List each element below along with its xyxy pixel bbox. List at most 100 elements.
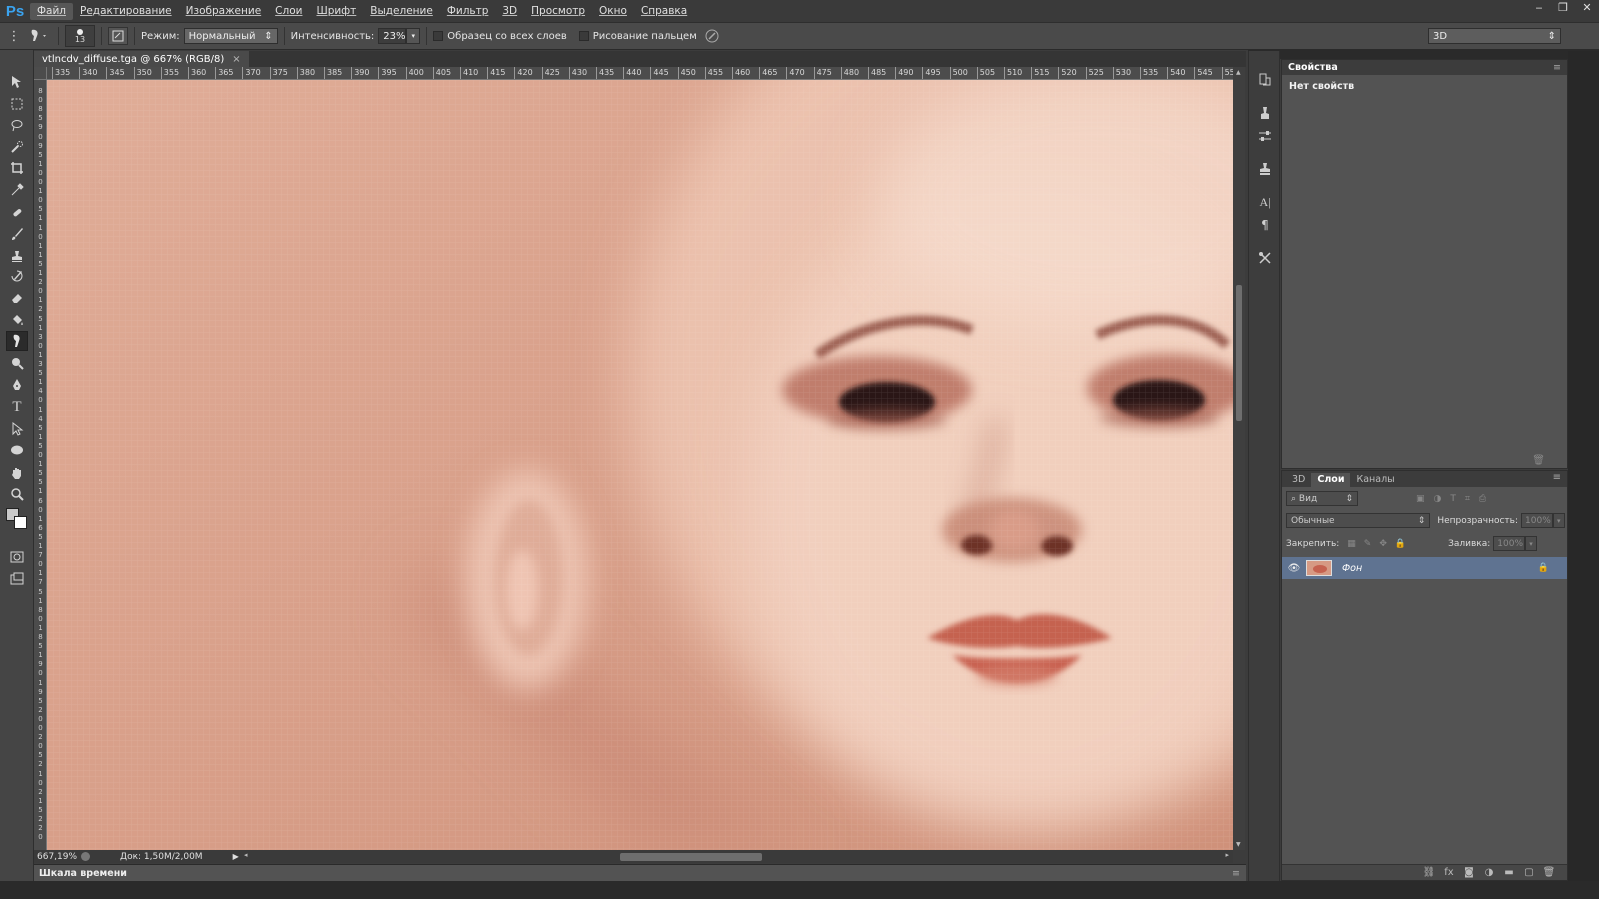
dodge-tool-icon[interactable]	[6, 353, 28, 373]
new-layer-icon[interactable]: ▢	[1519, 867, 1539, 878]
minimize-button[interactable]: ‒	[1527, 0, 1551, 14]
status-menu-arrow-icon[interactable]: ▶	[233, 852, 239, 861]
background-color-swatch[interactable]	[14, 516, 27, 529]
eyedropper-tool-icon[interactable]	[6, 180, 28, 200]
menu-filter[interactable]: Фильтр	[440, 3, 496, 20]
new-group-icon[interactable]: ▬	[1499, 867, 1519, 878]
healing-brush-tool-icon[interactable]	[6, 203, 28, 223]
pen-tool-icon[interactable]	[6, 375, 28, 395]
lock-options-icons[interactable]: ▦✎✥🔒	[1347, 539, 1414, 549]
menu-window[interactable]: Окно	[592, 3, 634, 20]
layer-style-icon[interactable]: fx	[1439, 867, 1459, 878]
tool-presets-panel-icon[interactable]	[1254, 248, 1276, 268]
paragraph-panel-icon[interactable]: ¶	[1254, 215, 1276, 235]
pressure-icon[interactable]	[701, 29, 723, 43]
crop-tool-icon[interactable]	[6, 158, 28, 178]
close-tab-icon[interactable]: ×	[232, 54, 240, 65]
move-tool-icon[interactable]	[6, 72, 28, 92]
menu-type[interactable]: Шрифт	[309, 3, 363, 20]
smudge-tool-preset-icon[interactable]	[24, 28, 52, 44]
quick-mask-icon[interactable]	[6, 547, 28, 567]
menu-edit[interactable]: Редактирование	[73, 3, 179, 20]
type-tool-icon[interactable]: T	[6, 397, 28, 417]
adjustment-layer-icon[interactable]: ◑	[1479, 867, 1499, 878]
link-layers-icon[interactable]: ⛓	[1419, 867, 1439, 878]
layer-name[interactable]: Фон	[1342, 563, 1362, 574]
history-panel-icon[interactable]	[1254, 69, 1276, 89]
blend-mode-select[interactable]: Обычные ⇕	[1286, 513, 1431, 528]
opacity-input[interactable]: 100%	[1521, 513, 1554, 528]
horizontal-scrollbar[interactable]: ◂ ▸	[240, 850, 1233, 863]
mode-select[interactable]: Нормальный ⇕	[183, 28, 278, 44]
history-brush-tool-icon[interactable]	[6, 267, 28, 287]
brush-presets-panel-icon[interactable]	[1254, 103, 1276, 123]
scroll-down-icon[interactable]: ▼	[1236, 841, 1241, 848]
sample-all-layers-checkbox[interactable]	[433, 31, 444, 41]
ruler-origin[interactable]	[34, 67, 47, 80]
menu-help[interactable]: Справка	[634, 3, 694, 20]
ruler-tick-label: 5	[38, 642, 43, 651]
panel-menu-icon[interactable]: ≡	[1232, 868, 1240, 879]
zoom-tool-icon[interactable]	[6, 484, 28, 504]
restore-button[interactable]: ❐	[1551, 0, 1575, 14]
clone-stamp-tool-icon[interactable]	[6, 246, 28, 266]
smudge-tool-icon[interactable]	[6, 331, 28, 351]
scroll-up-icon[interactable]: ▲	[1236, 69, 1241, 76]
menu-file[interactable]: Файл	[30, 2, 74, 20]
add-mask-icon[interactable]: ◙	[1459, 867, 1479, 878]
tab-3d[interactable]: 3D	[1286, 473, 1311, 487]
ellipse-tool-icon[interactable]	[6, 440, 28, 460]
image-canvas[interactable]	[47, 80, 1233, 850]
vertical-scrollbar[interactable]: ▲ ▼	[1233, 67, 1245, 850]
panel-menu-icon[interactable]: ≡	[1553, 62, 1561, 73]
visibility-eye-icon[interactable]: 👁	[1282, 563, 1306, 574]
path-selection-tool-icon[interactable]	[6, 419, 28, 439]
tab-layers[interactable]: Слои	[1311, 473, 1351, 487]
ruler-tick-label: 4	[38, 414, 43, 423]
menu-layers[interactable]: Слои	[268, 3, 309, 20]
timeline-panel[interactable]: Шкала времени ≡	[34, 864, 1246, 881]
quick-selection-tool-icon[interactable]	[6, 137, 28, 157]
brush-tool-icon[interactable]	[6, 224, 28, 244]
hand-tool-icon[interactable]	[6, 463, 28, 483]
menu-view[interactable]: Просмотр	[524, 3, 592, 20]
status-info-icon[interactable]	[81, 852, 91, 861]
layer-filter-select[interactable]: ⌕ Вид ⇕	[1286, 491, 1358, 506]
eraser-tool-icon[interactable]	[6, 288, 28, 308]
lasso-tool-icon[interactable]	[6, 115, 28, 135]
screen-mode-icon[interactable]	[6, 569, 28, 589]
workspace-select[interactable]: 3D ⇕	[1428, 28, 1561, 44]
delete-layer-icon[interactable]: 🗑	[1539, 867, 1559, 878]
layer-filter-type-icons[interactable]: ▣◑T⌗⎙	[1416, 494, 1495, 504]
zoom-level[interactable]: 667,19%	[37, 852, 77, 862]
vertical-scroll-thumb[interactable]	[1236, 285, 1242, 421]
properties-title[interactable]: Свойства	[1288, 62, 1338, 73]
tab-channels[interactable]: Каналы	[1350, 473, 1400, 487]
fill-input[interactable]: 100%	[1493, 536, 1526, 551]
ruler-tick-label: 400	[405, 67, 424, 79]
document-tab[interactable]: vtlncdv_diffuse.tga @ 667% (RGB/8) ×	[34, 51, 249, 67]
opacity-slider-button[interactable]: ▾	[1553, 513, 1565, 528]
trash-icon[interactable]: 🗑	[1532, 455, 1545, 466]
close-window-button[interactable]: ✕	[1575, 0, 1599, 14]
brush-panel-toggle-icon[interactable]	[108, 27, 128, 45]
scroll-right-icon[interactable]: ▸	[1225, 851, 1229, 859]
menu-image[interactable]: Изображение	[179, 3, 269, 20]
ruler-tick-label: 0	[38, 178, 43, 186]
horizontal-scroll-thumb[interactable]	[620, 853, 762, 861]
marquee-tool-icon[interactable]	[6, 94, 28, 114]
panel-menu-icon[interactable]: ≡	[1553, 472, 1561, 483]
fill-slider-button[interactable]: ▾	[1525, 536, 1538, 551]
adjustments-panel-icon[interactable]	[1254, 126, 1276, 146]
character-panel-icon[interactable]: A|	[1254, 192, 1276, 212]
intensity-slider-button[interactable]: ▾	[406, 28, 421, 44]
menu-select[interactable]: Выделение	[363, 3, 440, 20]
brush-size-picker[interactable]: 13	[65, 25, 95, 47]
layer-row[interactable]: 👁 Фон 🔒	[1282, 557, 1567, 579]
paint-bucket-tool-icon[interactable]	[6, 310, 28, 330]
intensity-input[interactable]: 23%	[378, 28, 407, 44]
finger-painting-checkbox[interactable]	[578, 31, 589, 41]
scroll-left-icon[interactable]: ◂	[244, 851, 248, 859]
clone-source-panel-icon[interactable]	[1254, 159, 1276, 179]
menu-3d[interactable]: 3D	[495, 3, 524, 20]
